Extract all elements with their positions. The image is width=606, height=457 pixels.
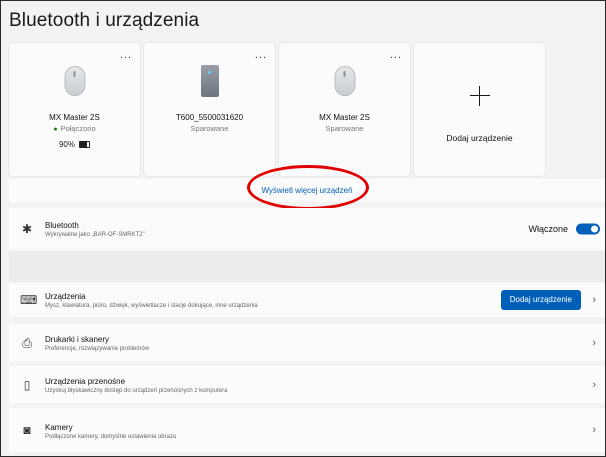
row-title: Kamery	[45, 423, 73, 432]
bluetooth-toggle[interactable]	[576, 223, 600, 235]
chevron-right-icon: ›	[592, 424, 596, 436]
row-subtitle: Podłączone kamery, domyślne ustawienia o…	[45, 434, 177, 440]
chevron-right-icon: ›	[592, 294, 596, 306]
printer-icon: ⎙	[22, 335, 32, 350]
mobile-devices-row[interactable]: ▯ Urządzenia przenośne Uzyskuj błyskawic…	[9, 366, 605, 403]
devices-icon: ⌨	[20, 293, 38, 307]
battery-icon	[79, 141, 90, 149]
more-options-button[interactable]: ...	[390, 49, 402, 61]
row-subtitle: Mysz, klawiatura, pióro, dźwięk, wyświet…	[45, 303, 258, 309]
plus-icon	[469, 86, 490, 106]
row-subtitle: Preferencje, rozwiązywanie problemów	[45, 346, 150, 352]
bluetooth-title: Bluetooth	[45, 221, 79, 230]
bluetooth-icon: ✱	[21, 222, 33, 236]
row-title: Urządzenia	[45, 292, 86, 301]
device-card-mx-master-paired[interactable]: ... MX Master 2S Sparowane	[279, 43, 410, 176]
section-spacer	[9, 251, 605, 282]
cameras-row[interactable]: ◙ Kamery Podłączone kamery, domyślne ust…	[9, 408, 605, 452]
device-status: Sparowane	[325, 124, 364, 133]
bluetooth-toggle-label: Włączone	[528, 224, 568, 234]
add-device-label: Dodaj urządzenie	[446, 133, 513, 143]
bluetooth-row: ✱ Bluetooth Wykrywalne jako „BAR-OF-SMRK…	[9, 208, 605, 250]
device-cards: ... MX Master 2S Połączono 90% ... T600_…	[9, 43, 605, 176]
devices-row[interactable]: ⌨ Urządzenia Mysz, klawiatura, pióro, dź…	[9, 283, 605, 317]
add-device-button[interactable]: Dodaj urządzenie	[500, 290, 581, 310]
device-name: T600_5500031620	[175, 113, 244, 122]
add-device-card[interactable]: Dodaj urządzenie	[414, 43, 545, 176]
page-title: Bluetooth i urządzenia	[9, 10, 200, 31]
battery-percent: 90%	[58, 140, 75, 149]
device-card-mx-master-connected[interactable]: ... MX Master 2S Połączono 90%	[9, 43, 140, 176]
more-options-button[interactable]: ...	[120, 49, 132, 61]
printers-row[interactable]: ⎙ Drukarki i skanery Preferencje, rozwią…	[9, 324, 605, 361]
phone-icon: ▯	[23, 377, 31, 392]
row-title: Urządzenia przenośne	[45, 377, 126, 386]
more-options-button[interactable]: ...	[255, 49, 267, 61]
chevron-right-icon: ›	[592, 378, 596, 391]
row-title: Drukarki i skanery	[45, 335, 110, 344]
device-status: Sparowane	[190, 124, 229, 133]
mouse-icon	[334, 66, 355, 96]
device-name: MX Master 2S	[319, 113, 370, 122]
camera-icon: ◙	[23, 423, 31, 437]
mouse-icon	[64, 66, 85, 96]
device-name: MX Master 2S	[49, 113, 100, 122]
pc-icon	[200, 65, 219, 97]
battery-level: 90%	[9, 140, 140, 149]
red-annotation-circle	[247, 165, 369, 210]
row-subtitle: Uzyskuj błyskawiczny dostęp do urządzeń …	[45, 388, 228, 394]
chevron-right-icon: ›	[592, 336, 596, 349]
device-status: Połączono	[9, 124, 140, 133]
bluetooth-subtitle: Wykrywalne jako „BAR-OF-SMRKT2"	[45, 232, 145, 238]
device-card-t600[interactable]: ... T600_5500031620 Sparowane	[144, 43, 275, 176]
